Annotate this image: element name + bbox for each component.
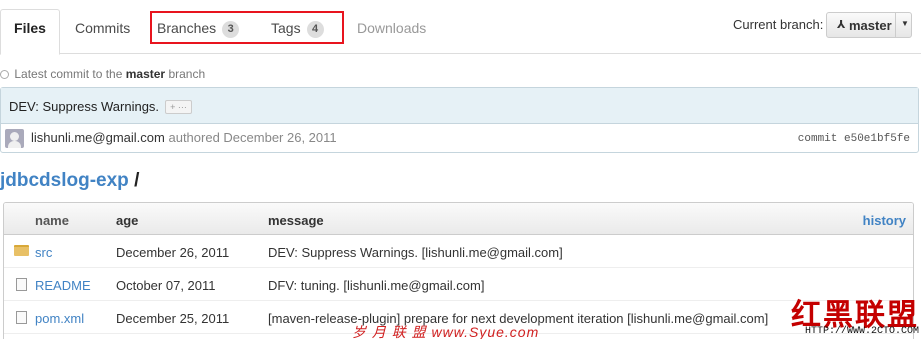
latest-commit-suffix: branch (168, 67, 206, 81)
file-age: December 25, 2011 (116, 311, 230, 326)
commit-meta: lishunli.me@gmail.com authored December … (1, 124, 918, 153)
path-separator: / (134, 170, 140, 191)
table-row[interactable]: README October 07, 2011 DFV: tuning. [li… (4, 268, 913, 301)
breadcrumb: jdbcdslog-exp / (0, 170, 139, 192)
highlight-annotation-box (150, 11, 344, 44)
commit-date: authored December 26, 2011 (168, 130, 337, 145)
table-row[interactable]: src December 26, 2011 DEV: Suppress Warn… (4, 235, 913, 268)
branch-icon: ⅄ (837, 19, 846, 31)
repo-name-link[interactable]: jdbcdslog-exp (0, 170, 129, 191)
file-name-link[interactable]: README (35, 278, 91, 293)
commit-expander-button[interactable]: + ··· (165, 100, 193, 114)
clock-icon (0, 70, 9, 79)
watermark-bottom-text: 岁 月 联 盟 www.Syue.com (352, 324, 540, 339)
commit-sha[interactable]: commit e50e1bf5fe (798, 133, 910, 145)
column-header-name: name (35, 213, 69, 228)
column-header-age: age (116, 213, 139, 228)
file-tree-table: name age message history src December 26… (3, 202, 914, 339)
column-header-message: message (268, 213, 324, 228)
file-commit-message[interactable]: DEV: Suppress Warnings. [lishunli.me@gma… (268, 245, 563, 260)
file-age: October 07, 2011 (116, 278, 216, 293)
commit-message-bar: DEV: Suppress Warnings. + ··· (1, 88, 918, 124)
file-icon (16, 311, 27, 324)
tab-files[interactable]: Files (0, 9, 60, 55)
chevron-down-icon: ▼ (901, 19, 909, 28)
branch-selector-button[interactable]: ⅄ master ▼ (826, 12, 912, 38)
folder-icon (14, 245, 29, 256)
branch-name: master (849, 18, 892, 33)
commit-message[interactable]: DEV: Suppress Warnings. (9, 99, 159, 114)
file-age: December 26, 2011 (116, 245, 230, 260)
button-divider (895, 13, 896, 37)
file-name-link[interactable]: src (35, 245, 52, 260)
watermark-url: HTTP://WWW.2CTO.COM (804, 326, 919, 337)
avatar[interactable] (5, 129, 24, 148)
tab-commits[interactable]: Commits (75, 20, 130, 36)
latest-commit-line: Latest commit to the master branch (0, 67, 205, 81)
commit-box: DEV: Suppress Warnings. + ··· lishunli.me… (0, 87, 919, 153)
commit-author[interactable]: lishunli.me@gmail.com (31, 130, 165, 145)
file-commit-message[interactable]: DFV: tuning. [lishunli.me@gmail.com] (268, 278, 484, 293)
history-link[interactable]: history (863, 213, 906, 228)
table-header: name age message history (4, 203, 913, 235)
repo-tabs: Files Commits Branches 3 Tags 4 Downloads … (0, 0, 921, 55)
latest-commit-branch: master (125, 67, 166, 81)
current-branch-label: Current branch: (733, 17, 824, 32)
file-icon (16, 278, 27, 291)
tab-downloads[interactable]: Downloads (357, 20, 426, 36)
avatar-body (8, 141, 21, 148)
latest-commit-prefix: Latest commit to the (14, 67, 123, 81)
file-name-link[interactable]: pom.xml (35, 311, 84, 326)
avatar-head (10, 132, 19, 141)
